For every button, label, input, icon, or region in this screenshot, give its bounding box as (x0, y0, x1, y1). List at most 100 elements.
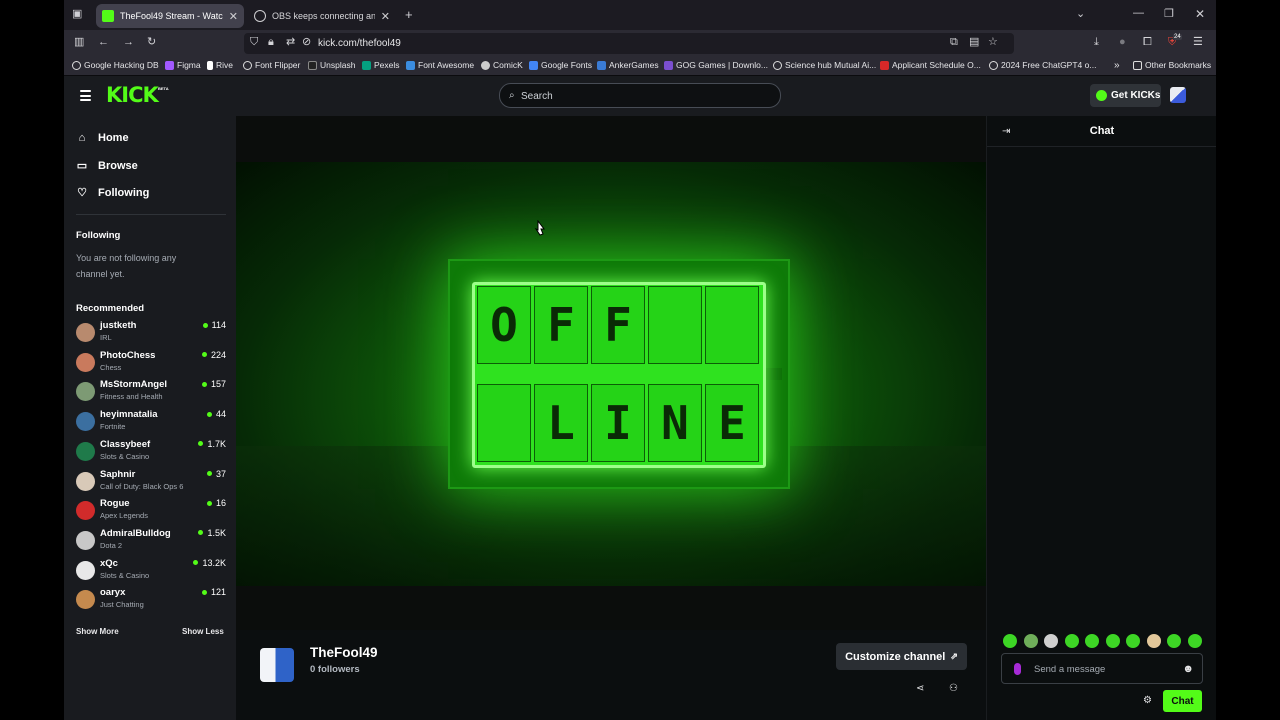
chat-send-button[interactable]: Chat (1163, 690, 1202, 712)
bookmark-item[interactable]: Font Flipper (243, 60, 300, 70)
recommended-channel[interactable]: Saphnir Call of Duty: Black Ops 6 37 (76, 469, 226, 497)
bookmark-item[interactable]: Science hub Mutual Ai... (773, 60, 876, 70)
emote-icon[interactable] (1044, 634, 1058, 648)
browser-tab-bar: ▣ TheFool49 Stream - Watch Live ✕ OBS ke… (64, 0, 1216, 30)
channel-name[interactable]: TheFool49 (310, 645, 378, 660)
video-player[interactable]: OFFLINE (236, 116, 986, 630)
customize-channel-button[interactable]: Customize channel ⇗ (836, 643, 967, 670)
lock-icon[interactable]: 🔒︎ (268, 37, 274, 48)
tab-obs[interactable]: OBS keeps connecting and disc ✕ (248, 4, 396, 28)
back-icon[interactable]: ← (98, 37, 109, 48)
emoji-icon[interactable]: ☻ (1182, 663, 1194, 675)
tracking-icon[interactable]: ⊘ (302, 37, 311, 48)
emote-icon[interactable] (1105, 634, 1120, 648)
recommended-channel[interactable]: PhotoChess Chess 224 (76, 350, 226, 378)
chat-message-box[interactable]: ☻ (1001, 653, 1203, 684)
bookmark-star-icon[interactable]: ☆ (988, 37, 998, 48)
bookmark-label: Font Flipper (255, 60, 301, 70)
search-input[interactable] (521, 88, 771, 104)
bookmark-item[interactable]: Pexels (362, 60, 400, 70)
emote-icon[interactable] (1126, 634, 1140, 648)
forward-icon[interactable]: → (123, 37, 134, 48)
recommended-channel[interactable]: MsStormAngel Fitness and Health 157 (76, 379, 226, 407)
close-tab-icon[interactable]: ✕ (229, 10, 238, 23)
emote-icon[interactable] (1187, 634, 1202, 648)
bookmark-item[interactable]: Google Hacking DB (72, 60, 159, 70)
chat-settings-gear-icon[interactable]: ⚙ (1143, 695, 1152, 706)
tab-title: TheFool49 Stream - Watch Live (120, 11, 223, 21)
bookmark-item[interactable]: Rive (207, 60, 233, 70)
chat-message-input[interactable] (1034, 662, 1174, 676)
bookmark-item[interactable]: Google Fonts (529, 60, 592, 70)
hamburger-menu-icon[interactable] (80, 90, 91, 101)
font-awesome-icon (406, 60, 415, 70)
emote-icon[interactable] (1003, 634, 1017, 648)
restore-icon[interactable]: ❐ (1164, 9, 1174, 20)
recommended-channel[interactable]: Rogue Apex Legends 16 (76, 498, 226, 526)
viewer-count: 157 (201, 379, 226, 389)
close-tab-icon[interactable]: ✕ (381, 10, 390, 23)
kick-logo[interactable]: KICK (106, 83, 159, 107)
share-icon[interactable]: ⋖ (916, 683, 924, 694)
sidebar-toggle-icon[interactable]: ▥ (74, 37, 84, 48)
microphone-icon[interactable] (1014, 663, 1021, 675)
tab-list-icon[interactable]: ▣ (72, 9, 82, 20)
minimize-icon[interactable]: — (1133, 8, 1144, 19)
sidebar-item-home[interactable]: ⌂ Home (76, 132, 129, 144)
list-tabs-chevron-icon[interactable]: ⌄ (1076, 9, 1085, 20)
recommended-channel[interactable]: AdmiralBulldog Dota 2 1.5K (76, 528, 226, 556)
permissions-icon[interactable]: ⇄ (286, 37, 295, 48)
recommended-channel[interactable]: heyimnatalia Fortnite 44 (76, 409, 226, 437)
new-tab-icon[interactable]: + (405, 8, 413, 21)
account-icon[interactable]: ● (1119, 37, 1126, 48)
address-bar[interactable]: ⛉ 🔒︎ ⇄ ⊘ kick.com/thefool49 ⧉ ▤ ☆ (244, 33, 1014, 54)
tab-kick-stream[interactable]: TheFool49 Stream - Watch Live ✕ (96, 4, 244, 28)
bookmark-item[interactable]: GOG Games | Downlo... (664, 60, 768, 70)
offline-letter-tile (648, 286, 702, 364)
recommended-channel[interactable]: oaryx Just Chatting 121 (76, 587, 226, 615)
show-less-link[interactable]: Show Less (182, 627, 224, 636)
show-more-link[interactable]: Show More (76, 627, 119, 636)
picture-in-picture-icon[interactable]: ⧉ (950, 37, 958, 48)
bookmark-label: Figma (177, 60, 201, 70)
channel-name: MsStormAngel (100, 379, 168, 391)
bookmark-item[interactable]: AnkerGames (597, 60, 659, 70)
channel-name: justketh (100, 320, 137, 331)
recommended-channel[interactable]: justketh IRL 114 (76, 320, 226, 348)
globe-icon (72, 60, 81, 70)
shield-icon[interactable]: ⛉ (250, 37, 258, 48)
add-user-icon[interactable]: ⚇ (949, 683, 958, 694)
user-avatar[interactable] (1170, 87, 1186, 103)
menu-icon[interactable]: ☰ (1193, 37, 1203, 48)
emote-icon[interactable] (1064, 634, 1079, 648)
emote-icon[interactable] (1085, 634, 1099, 648)
get-kicks-button[interactable]: Get KICKs (1090, 84, 1161, 107)
folder-icon (1133, 60, 1142, 70)
extensions-icon[interactable]: ⧠ (1143, 37, 1152, 48)
bookmark-item[interactable]: Font Awesome (406, 60, 474, 70)
emote-icon[interactable] (1023, 634, 1038, 648)
downloads-icon[interactable]: ⤓ (1094, 37, 1099, 48)
bookmark-item[interactable]: 2024 Free ChatGPT4 o... (989, 60, 1096, 70)
bookmark-item[interactable]: Figma (165, 60, 201, 70)
bookmark-folder[interactable]: Other Bookmarks (1133, 60, 1211, 70)
channel-avatar[interactable] (260, 648, 294, 682)
sidebar-item-following[interactable]: ♡ Following (76, 186, 149, 200)
emote-icon[interactable] (1167, 634, 1181, 648)
offline-letter-tile: N (648, 384, 702, 462)
close-window-icon[interactable]: ✕ (1195, 8, 1205, 20)
reload-icon[interactable]: ↻ (147, 37, 156, 48)
emote-icon[interactable] (1146, 634, 1161, 648)
recommended-channel[interactable]: xQc Slots & Casino 13.2K (76, 558, 226, 586)
search-box[interactable]: ⌕ (499, 83, 781, 108)
sidebar-item-browse[interactable]: ▭ Browse (76, 159, 138, 173)
channel-avatar (76, 441, 95, 461)
recommended-channel[interactable]: Classybeef Slots & Casino 1.7K (76, 439, 226, 467)
bookmark-item[interactable]: Unsplash (308, 60, 355, 70)
sidebar: ⌂ Home ▭ Browse ♡ Following Following You a… (64, 116, 236, 720)
reader-view-icon[interactable]: ▤ (969, 37, 979, 48)
more-bookmarks-chevron-icon[interactable]: » (1114, 60, 1120, 71)
mouse-cursor-icon (534, 220, 545, 236)
bookmark-item[interactable]: ComicK (481, 60, 523, 70)
bookmark-item[interactable]: Applicant Schedule O... (880, 60, 981, 70)
